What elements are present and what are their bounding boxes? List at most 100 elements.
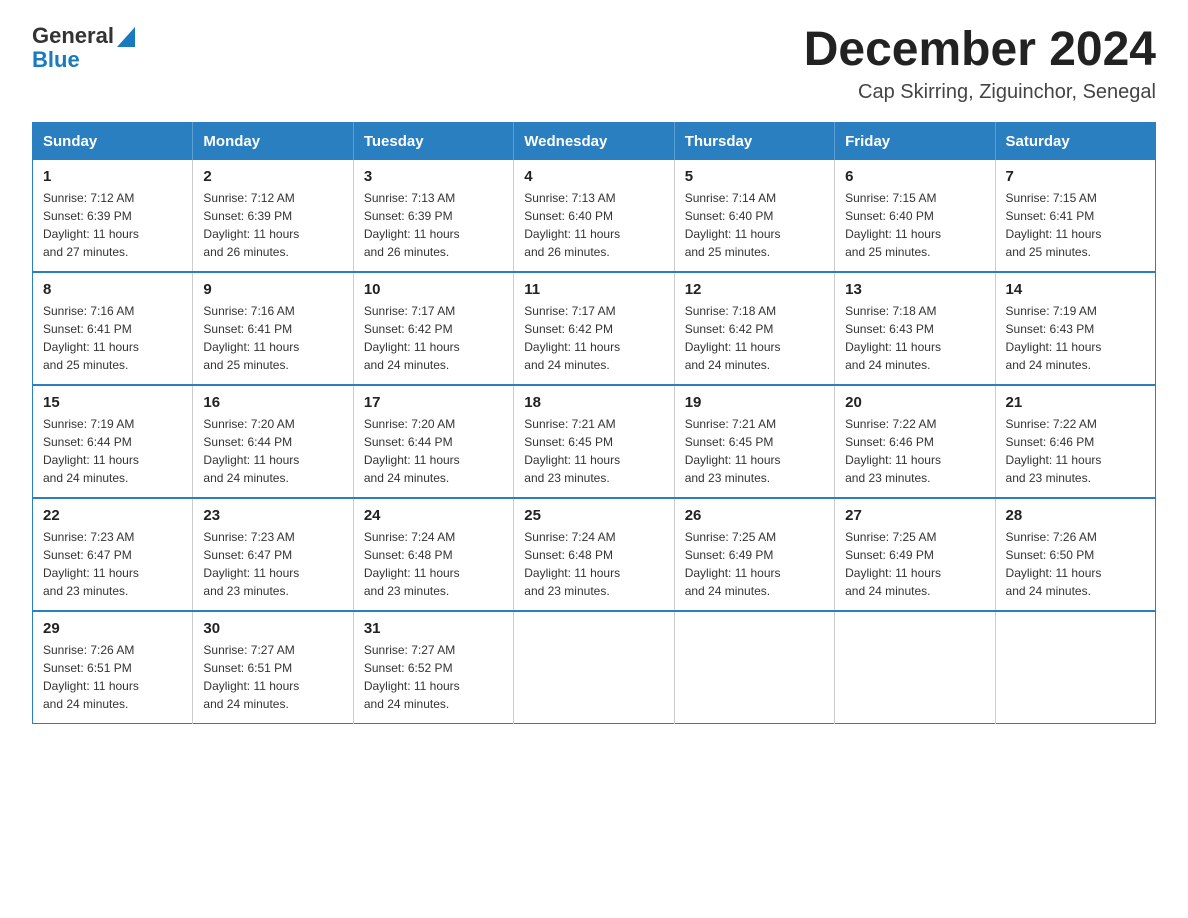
day-info: Sunrise: 7:14 AMSunset: 6:40 PMDaylight:… [685,189,824,261]
calendar-cell: 20 Sunrise: 7:22 AMSunset: 6:46 PMDaylig… [835,385,995,498]
calendar-cell: 6 Sunrise: 7:15 AMSunset: 6:40 PMDayligh… [835,160,995,272]
day-number: 8 [43,281,182,298]
calendar-cell: 21 Sunrise: 7:22 AMSunset: 6:46 PMDaylig… [995,385,1155,498]
header-thursday: Thursday [674,122,834,160]
calendar-cell: 2 Sunrise: 7:12 AMSunset: 6:39 PMDayligh… [193,160,353,272]
day-number: 15 [43,394,182,411]
day-info: Sunrise: 7:23 AMSunset: 6:47 PMDaylight:… [203,528,342,600]
calendar-cell: 1 Sunrise: 7:12 AMSunset: 6:39 PMDayligh… [33,160,193,272]
calendar-week-4: 22 Sunrise: 7:23 AMSunset: 6:47 PMDaylig… [33,498,1156,611]
day-number: 7 [1006,168,1145,185]
calendar-header-row: SundayMondayTuesdayWednesdayThursdayFrid… [33,122,1156,160]
calendar-cell: 24 Sunrise: 7:24 AMSunset: 6:48 PMDaylig… [353,498,513,611]
calendar-cell: 10 Sunrise: 7:17 AMSunset: 6:42 PMDaylig… [353,272,513,385]
header-wednesday: Wednesday [514,122,674,160]
logo-triangle-icon [117,27,135,47]
day-info: Sunrise: 7:18 AMSunset: 6:43 PMDaylight:… [845,302,984,374]
calendar-cell: 7 Sunrise: 7:15 AMSunset: 6:41 PMDayligh… [995,160,1155,272]
calendar-cell: 4 Sunrise: 7:13 AMSunset: 6:40 PMDayligh… [514,160,674,272]
calendar-cell: 27 Sunrise: 7:25 AMSunset: 6:49 PMDaylig… [835,498,995,611]
calendar-cell: 22 Sunrise: 7:23 AMSunset: 6:47 PMDaylig… [33,498,193,611]
day-info: Sunrise: 7:13 AMSunset: 6:39 PMDaylight:… [364,189,503,261]
calendar-cell [835,611,995,724]
day-info: Sunrise: 7:22 AMSunset: 6:46 PMDaylight:… [1006,415,1145,487]
calendar-cell: 9 Sunrise: 7:16 AMSunset: 6:41 PMDayligh… [193,272,353,385]
calendar-table: SundayMondayTuesdayWednesdayThursdayFrid… [32,122,1156,724]
calendar-cell: 12 Sunrise: 7:18 AMSunset: 6:42 PMDaylig… [674,272,834,385]
day-info: Sunrise: 7:26 AMSunset: 6:50 PMDaylight:… [1006,528,1145,600]
day-number: 24 [364,507,503,524]
day-number: 20 [845,394,984,411]
day-number: 30 [203,620,342,637]
calendar-week-3: 15 Sunrise: 7:19 AMSunset: 6:44 PMDaylig… [33,385,1156,498]
day-number: 26 [685,507,824,524]
calendar-cell: 8 Sunrise: 7:16 AMSunset: 6:41 PMDayligh… [33,272,193,385]
day-number: 11 [524,281,663,298]
day-number: 25 [524,507,663,524]
calendar-cell: 19 Sunrise: 7:21 AMSunset: 6:45 PMDaylig… [674,385,834,498]
day-info: Sunrise: 7:21 AMSunset: 6:45 PMDaylight:… [685,415,824,487]
calendar-cell: 16 Sunrise: 7:20 AMSunset: 6:44 PMDaylig… [193,385,353,498]
calendar-cell: 29 Sunrise: 7:26 AMSunset: 6:51 PMDaylig… [33,611,193,724]
calendar-cell: 17 Sunrise: 7:20 AMSunset: 6:44 PMDaylig… [353,385,513,498]
calendar-week-2: 8 Sunrise: 7:16 AMSunset: 6:41 PMDayligh… [33,272,1156,385]
day-number: 29 [43,620,182,637]
day-number: 28 [1006,507,1145,524]
day-info: Sunrise: 7:12 AMSunset: 6:39 PMDaylight:… [203,189,342,261]
day-info: Sunrise: 7:17 AMSunset: 6:42 PMDaylight:… [524,302,663,374]
day-number: 14 [1006,281,1145,298]
logo-general-text: General [32,24,114,48]
day-info: Sunrise: 7:24 AMSunset: 6:48 PMDaylight:… [524,528,663,600]
day-info: Sunrise: 7:16 AMSunset: 6:41 PMDaylight:… [43,302,182,374]
day-info: Sunrise: 7:18 AMSunset: 6:42 PMDaylight:… [685,302,824,374]
calendar-cell [995,611,1155,724]
day-number: 21 [1006,394,1145,411]
calendar-cell: 26 Sunrise: 7:25 AMSunset: 6:49 PMDaylig… [674,498,834,611]
header-monday: Monday [193,122,353,160]
calendar-title: December 2024 [804,24,1156,77]
page-header: General Blue December 2024 Cap Skirring,… [32,24,1156,104]
day-info: Sunrise: 7:27 AMSunset: 6:52 PMDaylight:… [364,641,503,713]
day-number: 18 [524,394,663,411]
day-info: Sunrise: 7:27 AMSunset: 6:51 PMDaylight:… [203,641,342,713]
day-number: 5 [685,168,824,185]
day-info: Sunrise: 7:23 AMSunset: 6:47 PMDaylight:… [43,528,182,600]
day-info: Sunrise: 7:15 AMSunset: 6:41 PMDaylight:… [1006,189,1145,261]
day-number: 1 [43,168,182,185]
day-info: Sunrise: 7:15 AMSunset: 6:40 PMDaylight:… [845,189,984,261]
day-number: 19 [685,394,824,411]
day-number: 10 [364,281,503,298]
calendar-cell: 25 Sunrise: 7:24 AMSunset: 6:48 PMDaylig… [514,498,674,611]
day-number: 23 [203,507,342,524]
calendar-body: 1 Sunrise: 7:12 AMSunset: 6:39 PMDayligh… [33,160,1156,724]
day-info: Sunrise: 7:19 AMSunset: 6:43 PMDaylight:… [1006,302,1145,374]
day-info: Sunrise: 7:19 AMSunset: 6:44 PMDaylight:… [43,415,182,487]
calendar-cell: 3 Sunrise: 7:13 AMSunset: 6:39 PMDayligh… [353,160,513,272]
day-info: Sunrise: 7:20 AMSunset: 6:44 PMDaylight:… [364,415,503,487]
day-number: 17 [364,394,503,411]
day-info: Sunrise: 7:22 AMSunset: 6:46 PMDaylight:… [845,415,984,487]
calendar-week-5: 29 Sunrise: 7:26 AMSunset: 6:51 PMDaylig… [33,611,1156,724]
calendar-cell: 13 Sunrise: 7:18 AMSunset: 6:43 PMDaylig… [835,272,995,385]
calendar-cell: 30 Sunrise: 7:27 AMSunset: 6:51 PMDaylig… [193,611,353,724]
title-section: December 2024 Cap Skirring, Ziguinchor, … [804,24,1156,104]
day-number: 16 [203,394,342,411]
day-info: Sunrise: 7:21 AMSunset: 6:45 PMDaylight:… [524,415,663,487]
calendar-cell: 5 Sunrise: 7:14 AMSunset: 6:40 PMDayligh… [674,160,834,272]
header-tuesday: Tuesday [353,122,513,160]
day-info: Sunrise: 7:24 AMSunset: 6:48 PMDaylight:… [364,528,503,600]
day-info: Sunrise: 7:20 AMSunset: 6:44 PMDaylight:… [203,415,342,487]
day-info: Sunrise: 7:25 AMSunset: 6:49 PMDaylight:… [845,528,984,600]
day-info: Sunrise: 7:26 AMSunset: 6:51 PMDaylight:… [43,641,182,713]
calendar-cell: 23 Sunrise: 7:23 AMSunset: 6:47 PMDaylig… [193,498,353,611]
header-saturday: Saturday [995,122,1155,160]
day-number: 13 [845,281,984,298]
calendar-subtitle: Cap Skirring, Ziguinchor, Senegal [804,81,1156,104]
day-number: 31 [364,620,503,637]
day-info: Sunrise: 7:16 AMSunset: 6:41 PMDaylight:… [203,302,342,374]
calendar-cell [674,611,834,724]
day-number: 4 [524,168,663,185]
calendar-cell [514,611,674,724]
header-sunday: Sunday [33,122,193,160]
day-number: 3 [364,168,503,185]
